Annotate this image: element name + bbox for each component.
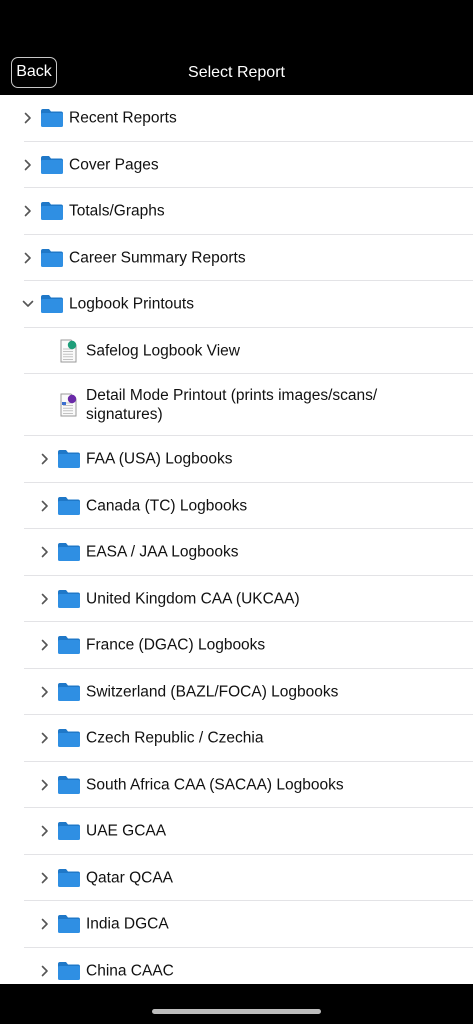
folder-row[interactable]: Switzerland (BAZL/FOCA) Logbooks xyxy=(0,669,473,716)
folder-row[interactable]: South Africa CAA (SACAA) Logbooks xyxy=(0,762,473,809)
folder-icon xyxy=(40,108,64,128)
home-bar xyxy=(0,984,473,1024)
chevron-right-icon[interactable] xyxy=(22,112,34,124)
chevron-right-icon[interactable] xyxy=(39,500,51,512)
row-label: Recent Reports xyxy=(69,109,177,127)
folder-icon xyxy=(57,775,81,795)
folder-icon xyxy=(57,868,81,888)
chevron-right-icon[interactable] xyxy=(22,252,34,264)
folder-icon xyxy=(57,961,81,981)
folder-row[interactable]: Cover Pages xyxy=(0,142,473,189)
folder-icon xyxy=(57,728,81,748)
document-icon xyxy=(59,339,79,363)
row-label: FAA (USA) Logbooks xyxy=(86,450,233,468)
navigation-bar: Back Select Report xyxy=(0,0,473,95)
chevron-right-icon[interactable] xyxy=(39,453,51,465)
folder-row[interactable]: Canada (TC) Logbooks xyxy=(0,483,473,530)
folder-icon xyxy=(57,449,81,469)
folder-icon xyxy=(57,542,81,562)
row-label: Qatar QCAA xyxy=(86,869,173,887)
row-label: UAE GCAA xyxy=(86,822,167,840)
folder-icon xyxy=(40,294,64,314)
folder-row[interactable]: EASA / JAA Logbooks xyxy=(0,529,473,576)
folder-icon xyxy=(57,496,81,516)
chevron-right-icon[interactable] xyxy=(39,546,51,558)
folder-row[interactable]: FAA (USA) Logbooks xyxy=(0,436,473,483)
row-label: EASA / JAA Logbooks xyxy=(86,543,239,561)
chevron-right-icon[interactable] xyxy=(39,918,51,930)
chevron-right-icon[interactable] xyxy=(22,205,34,217)
report-row[interactable]: Safelog Logbook View xyxy=(0,328,473,375)
folder-icon xyxy=(57,682,81,702)
row-label: Czech Republic / Czechia xyxy=(86,729,264,747)
chevron-right-icon[interactable] xyxy=(39,732,51,744)
row-label: United Kingdom CAA (UKCAA) xyxy=(86,590,300,608)
folder-row[interactable]: United Kingdom CAA (UKCAA) xyxy=(0,576,473,623)
chevron-right-icon[interactable] xyxy=(39,686,51,698)
chevron-right-icon[interactable] xyxy=(39,872,51,884)
folder-row[interactable]: Logbook Printouts xyxy=(0,281,473,328)
chevron-down-icon[interactable] xyxy=(22,298,34,310)
chevron-right-icon[interactable] xyxy=(39,779,51,791)
row-label: South Africa CAA (SACAA) Logbooks xyxy=(86,776,344,794)
folder-icon xyxy=(40,155,64,175)
folder-icon xyxy=(40,248,64,268)
folder-row[interactable]: Totals/Graphs xyxy=(0,188,473,235)
row-label: Logbook Printouts xyxy=(69,295,194,313)
row-label: Detail Mode Printout (prints images/scan… xyxy=(86,387,378,423)
folder-row[interactable]: China CAAC xyxy=(0,948,473,985)
folder-icon xyxy=(57,914,81,934)
row-label: India DGCA xyxy=(86,915,169,933)
folder-row[interactable]: Czech Republic / Czechia xyxy=(0,715,473,762)
folder-row[interactable]: India DGCA xyxy=(0,901,473,948)
document-icon xyxy=(59,393,79,417)
page-title: Select Report xyxy=(188,64,285,81)
folder-icon xyxy=(40,201,64,221)
chevron-right-icon[interactable] xyxy=(39,825,51,837)
folder-row[interactable]: UAE GCAA xyxy=(0,808,473,855)
folder-row[interactable]: Recent Reports xyxy=(0,95,473,142)
chevron-right-icon[interactable] xyxy=(22,159,34,171)
row-label: Safelog Logbook View xyxy=(86,342,240,360)
row-label: Switzerland (BAZL/FOCA) Logbooks xyxy=(86,683,339,701)
folder-row[interactable]: France (DGAC) Logbooks xyxy=(0,622,473,669)
folder-row[interactable]: Qatar QCAA xyxy=(0,855,473,902)
row-label: Cover Pages xyxy=(69,156,159,174)
report-list[interactable]: Recent Reports Cover Pages Totals/Graphs Ca… xyxy=(0,95,473,984)
row-label: France (DGAC) Logbooks xyxy=(86,636,266,654)
folder-icon xyxy=(57,821,81,841)
home-indicator[interactable] xyxy=(152,1009,321,1014)
row-label: Totals/Graphs xyxy=(69,202,165,220)
folder-icon xyxy=(57,635,81,655)
folder-icon xyxy=(57,589,81,609)
row-label: Canada (TC) Logbooks xyxy=(86,497,248,515)
chevron-right-icon[interactable] xyxy=(39,639,51,651)
row-label: Career Summary Reports xyxy=(69,249,246,267)
row-label: China CAAC xyxy=(86,962,174,980)
chevron-right-icon[interactable] xyxy=(39,965,51,977)
report-row[interactable]: Detail Mode Printout (prints images/scan… xyxy=(0,374,473,436)
folder-row[interactable]: Career Summary Reports xyxy=(0,235,473,282)
chevron-right-icon[interactable] xyxy=(39,593,51,605)
